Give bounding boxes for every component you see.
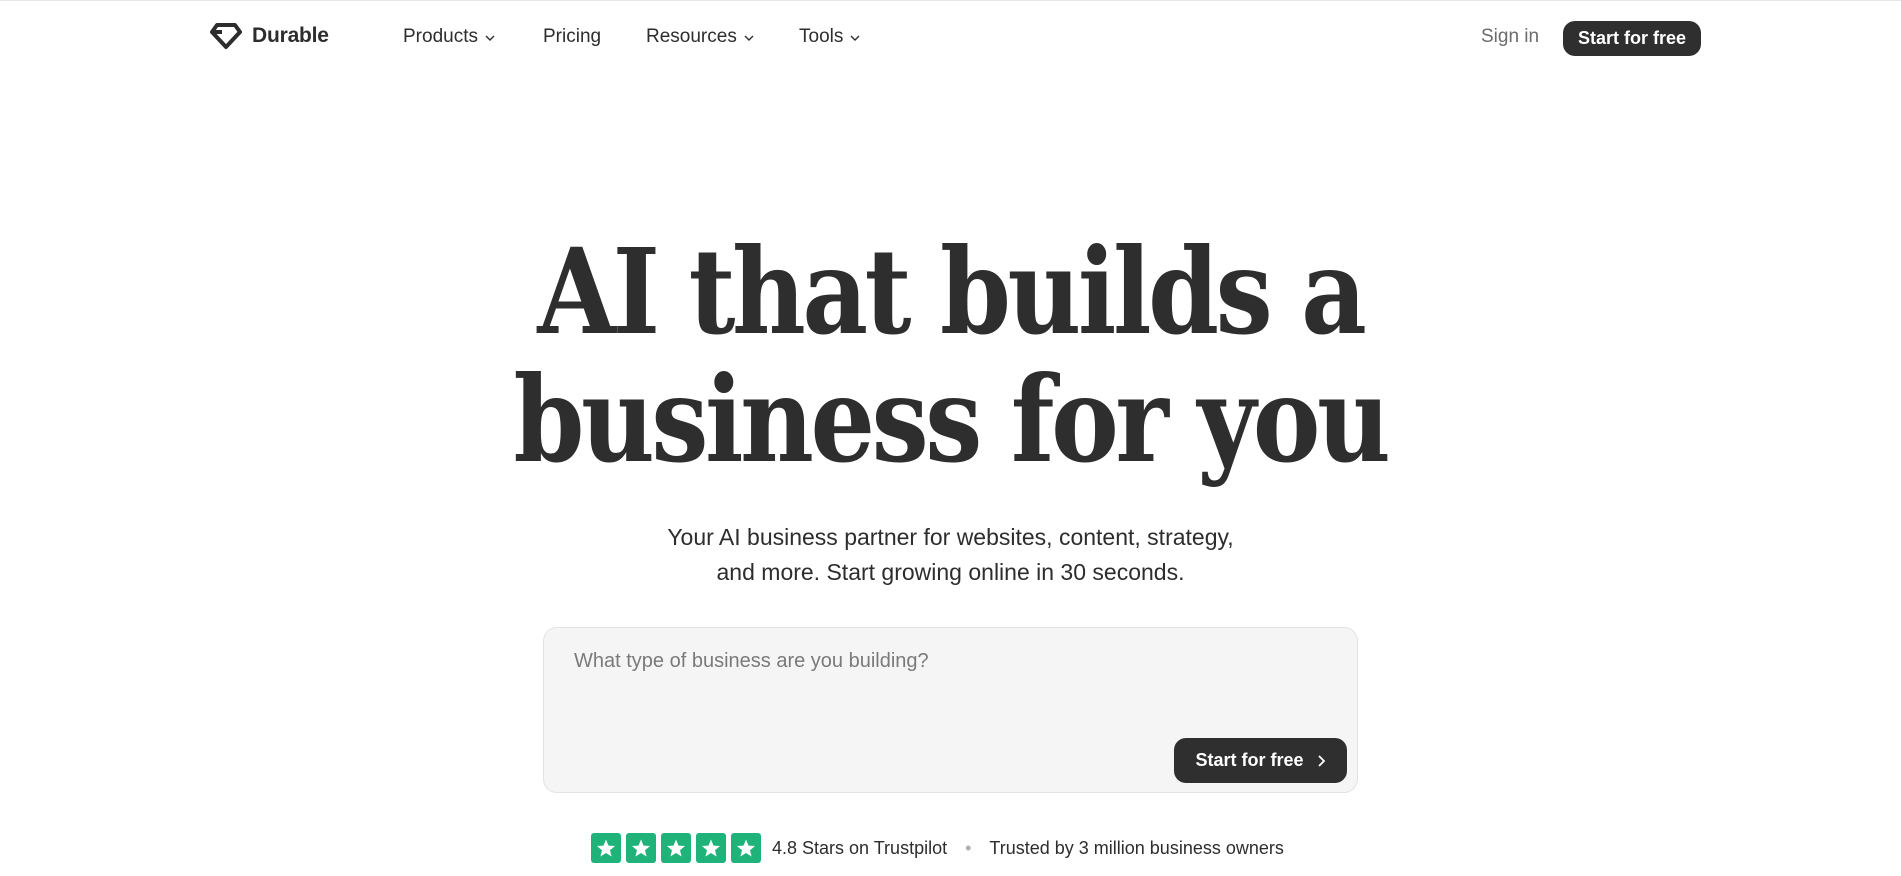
hero-title-line: AI that builds a — [537, 222, 1367, 361]
nav-item-pricing[interactable]: Pricing — [543, 26, 601, 48]
hero-title-line: business for you — [513, 350, 1390, 489]
star-icon — [626, 833, 656, 863]
start-for-free-submit-button[interactable]: Start for free — [1174, 738, 1347, 783]
nav-item-label: Products — [403, 26, 478, 47]
hero-subtitle: Your AI business partner for websites, c… — [0, 520, 1901, 590]
diamond-logo-icon — [210, 23, 242, 49]
nav-item-label: Pricing — [543, 26, 602, 47]
button-label: Start for free — [1195, 750, 1304, 770]
star-icon — [591, 833, 621, 863]
business-type-input[interactable] — [574, 650, 1314, 710]
nav-item-label: Resources — [646, 26, 737, 47]
nav-item-tools[interactable]: Tools — [799, 26, 861, 48]
top-nav: Durable Products Pricing Resources Tools… — [0, 0, 1901, 78]
nav-item-resources[interactable]: Resources — [646, 26, 755, 48]
hero-subtitle-line: and more. Start growing online in 30 sec… — [716, 559, 1185, 585]
separator-dot: • — [965, 837, 972, 858]
trust-bar: 4.8 Stars on Trustpilot • Trusted by 3 m… — [591, 833, 1284, 863]
nav-item-label: Tools — [799, 26, 844, 47]
chevron-right-icon — [1317, 754, 1325, 767]
star-icon — [696, 833, 726, 863]
sign-in-link[interactable]: Sign in — [1481, 26, 1539, 48]
start-for-free-button[interactable]: Start for free — [1563, 21, 1701, 56]
chevron-down-icon — [744, 35, 754, 41]
trustpilot-rating-text: 4.8 Stars on Trustpilot — [772, 837, 948, 858]
star-icon — [661, 833, 691, 863]
chevron-down-icon — [485, 35, 495, 41]
hero-title: AI that builds a business for you — [133, 228, 1768, 484]
brand-logo[interactable]: Durable — [210, 22, 329, 50]
hero-subtitle-line: Your AI business partner for websites, c… — [667, 524, 1234, 550]
brand-name: Durable — [252, 24, 329, 47]
trusted-by-text: Trusted by 3 million business owners — [989, 837, 1284, 858]
nav-item-products[interactable]: Products — [403, 26, 496, 48]
trustpilot-stars — [591, 833, 761, 863]
star-icon — [731, 833, 761, 863]
chevron-down-icon — [850, 35, 860, 41]
business-prompt-box: Start for free — [543, 627, 1358, 793]
